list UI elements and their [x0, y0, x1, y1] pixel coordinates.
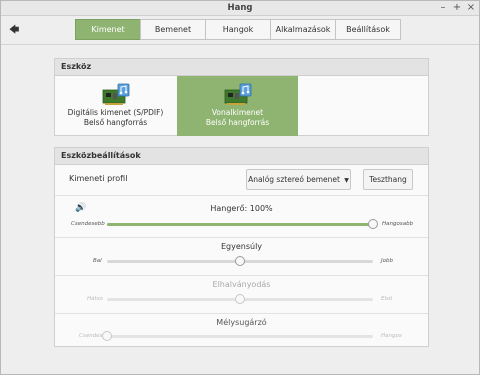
tab-bemenet[interactable]: Bemenet: [140, 19, 206, 40]
minimize-icon[interactable]: –: [437, 2, 449, 14]
device-name: Digitális kimenet (S/PDIF): [67, 108, 164, 117]
settings-section-header: Eszközbeállítások: [54, 147, 429, 165]
device-name: Vonalkimenet: [211, 108, 264, 117]
balance-slider-handle[interactable]: [235, 256, 245, 266]
tab-hangok[interactable]: Hangok: [205, 19, 271, 40]
fade-slider: [107, 294, 373, 304]
device-settings-panel: Kimeneti profil Analóg sztereó bemenet ▼…: [54, 165, 429, 347]
sound-settings-window: Hang – + × 🡄 Kimenet Bemenet Hangok Alka…: [0, 0, 480, 375]
fade-slider-handle: [235, 294, 245, 304]
device-line-output[interactable]: Vonalkimenet Belső hangforrás: [177, 76, 298, 136]
test-sound-button[interactable]: Teszthang: [363, 169, 413, 190]
divider: [55, 275, 428, 276]
back-arrow-icon[interactable]: 🡄: [9, 23, 19, 40]
maximize-icon[interactable]: +: [451, 2, 463, 14]
fade-title: Elhalványodás: [212, 280, 271, 289]
fade-max-label: Elsõ: [381, 296, 393, 302]
close-icon[interactable]: ×: [465, 2, 477, 14]
volume-slider-handle[interactable]: [368, 219, 378, 229]
device-source: Belső hangforrás: [205, 118, 270, 127]
balance-min-label: Bal: [93, 258, 102, 264]
toolbar: 🡄 Kimenet Bemenet Hangok Alkalmazások Be…: [1, 16, 479, 45]
fade-min-label: Hátsó: [87, 296, 103, 302]
device-section-header: Eszköz: [54, 58, 429, 76]
window-title: Hang: [227, 3, 253, 13]
tab-kimenet[interactable]: Kimenet: [75, 19, 141, 40]
device-spdif-output[interactable]: Digitális kimenet (S/PDIF) Belső hangfor…: [55, 76, 176, 136]
volume-slider-fill: [107, 223, 373, 226]
volume-slider[interactable]: [107, 219, 378, 229]
volume-title: Hangerő: 100%: [210, 204, 273, 213]
tab-alkalmazasok[interactable]: Alkalmazások: [270, 19, 336, 40]
divider: [55, 237, 428, 238]
tab-bar: Kimenet Bemenet Hangok Alkalmazások Beál…: [75, 19, 401, 40]
balance-slider[interactable]: [107, 256, 373, 266]
output-profile-label: Kimeneti profil: [69, 174, 128, 183]
balance-max-label: Jobb: [381, 258, 393, 264]
subwoofer-slider: [102, 331, 373, 341]
subwoofer-slider-handle: [102, 331, 112, 341]
divider: [55, 195, 428, 196]
output-profile-dropdown[interactable]: Analóg sztereó bemenet ▼: [246, 169, 351, 190]
device-source: Belső hangforrás: [83, 118, 148, 127]
tab-beallitasok[interactable]: Beállítások: [335, 19, 401, 40]
title-bar: Hang – + ×: [1, 1, 479, 16]
dropdown-arrow-icon: ▼: [342, 177, 349, 184]
device-list: Digitális kimenet (S/PDIF) Belső hangfor…: [54, 76, 429, 136]
sound-card-icon: [224, 83, 251, 105]
volume-min-label: Csendesebb: [71, 221, 105, 227]
subwoofer-title: Mélysugárzó: [216, 318, 267, 327]
output-profile-value: Analóg sztereó bemenet: [248, 175, 340, 184]
volume-max-label: Hangosabb: [382, 221, 414, 227]
sound-card-icon: [102, 83, 129, 105]
subwoofer-max-label: Hangos: [381, 333, 402, 339]
divider: [55, 313, 428, 314]
balance-title: Egyensúly: [220, 242, 263, 251]
subwoofer-min-label: Csendes: [79, 333, 103, 339]
